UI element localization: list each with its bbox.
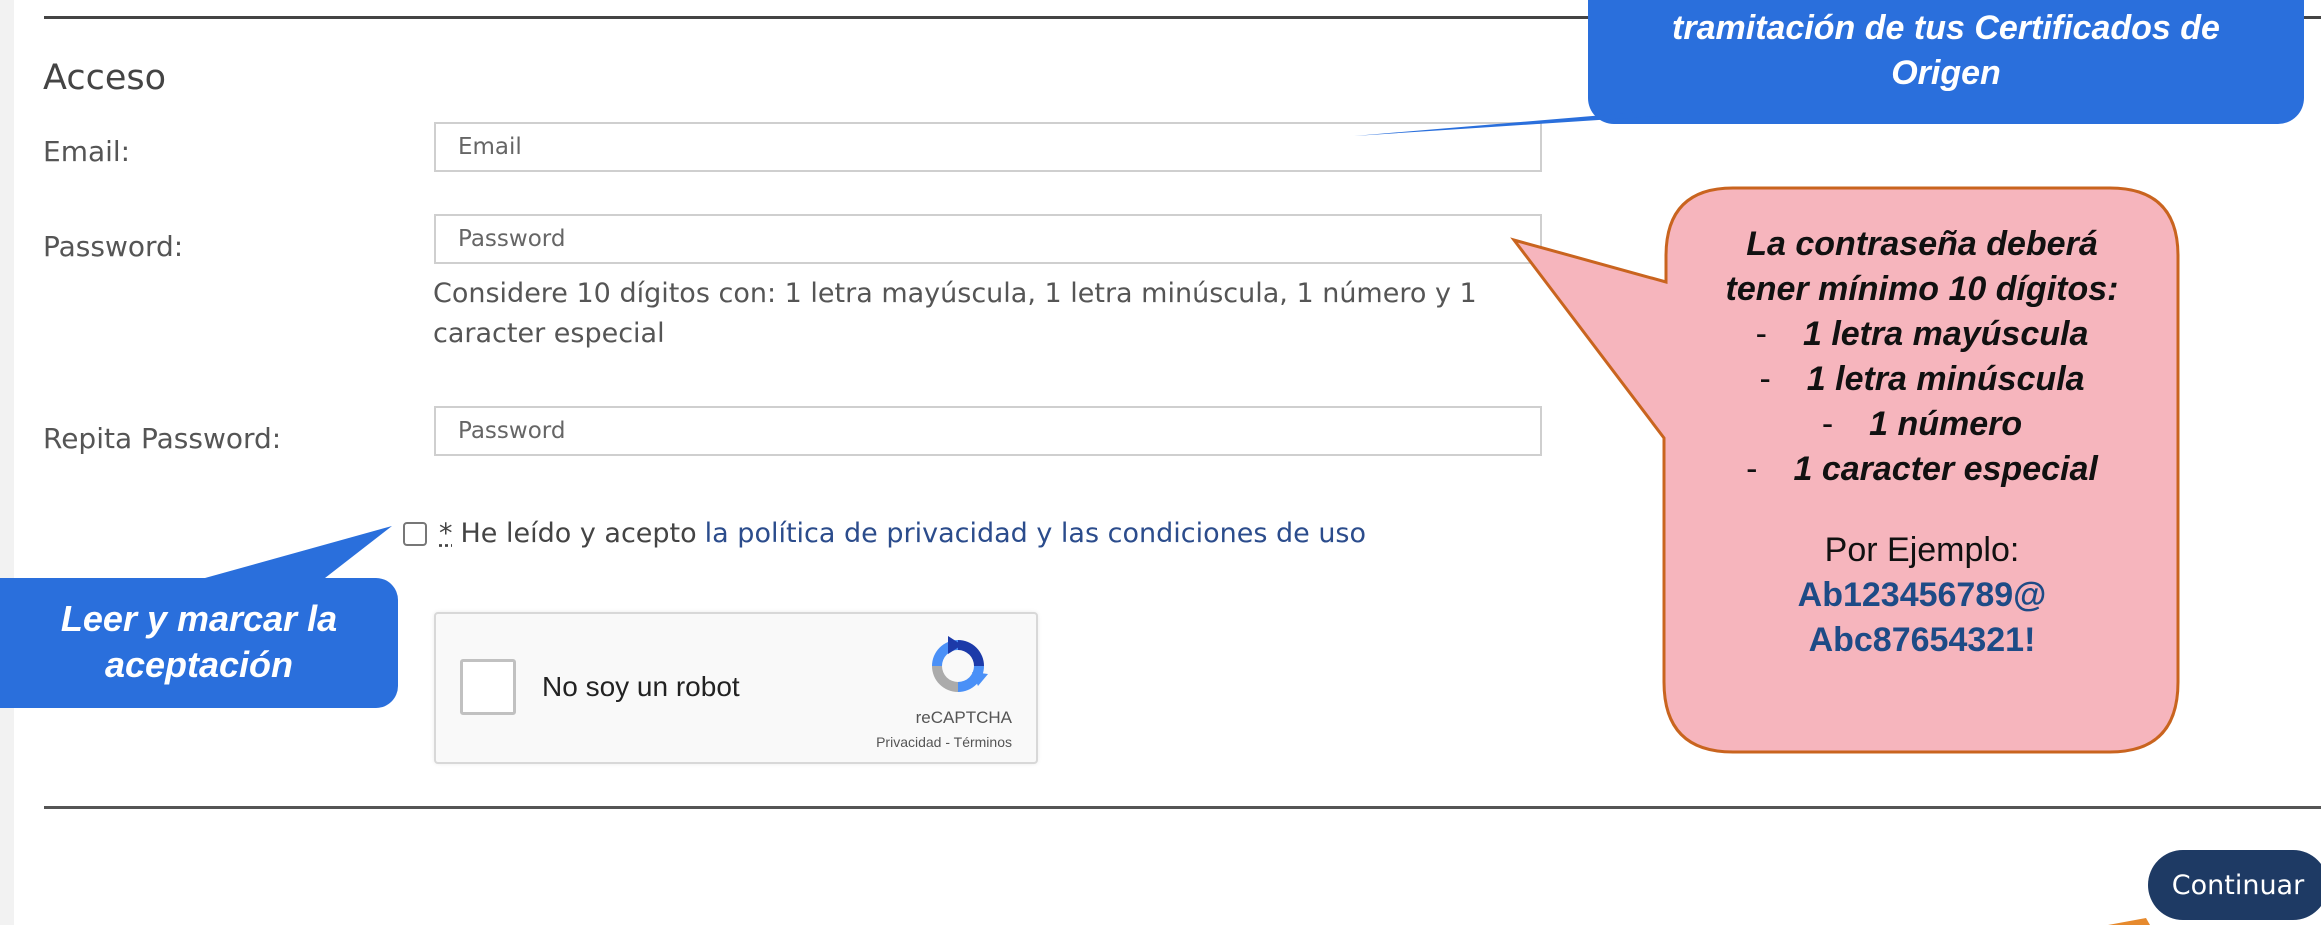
list-bullet: - (1755, 315, 1767, 353)
continue-pointer-arrow (2108, 918, 2150, 925)
top-callout-line2: Origen (1891, 54, 2001, 92)
list-bullet: - (1759, 360, 1771, 398)
pink-list-item-text: 1 número (1869, 405, 2023, 443)
pink-list-item: -1 caracter especial (1668, 447, 2176, 492)
left-callout-line1: Leer y marcar la (60, 598, 338, 639)
left-callout-text: Leer y marcar la aceptación (0, 578, 398, 708)
password-callout-text: La contraseña deberá tener mínimo 10 díg… (1668, 222, 2176, 663)
list-bullet: - (1821, 405, 1834, 443)
pink-example-code2: Abc87654321! (1808, 621, 2036, 659)
pink-list-item: -1 letra minúscula (1668, 357, 2176, 402)
pink-list-item-text: 1 letra minúscula (1806, 360, 2085, 398)
top-callout-text: tramitación de tus Certificados de Orige… (1588, 0, 2304, 124)
pink-example-label: Por Ejemplo: (1824, 531, 2020, 569)
pink-callout-line2: tener mínimo 10 dígitos: (1725, 270, 2119, 308)
top-callout-line1: tramitación de tus Certificados de (1672, 9, 2220, 47)
list-bullet: - (1746, 450, 1758, 488)
pink-example-code1: Ab123456789@ (1797, 576, 2047, 614)
pink-list-item: -1 letra mayúscula (1668, 312, 2176, 357)
pink-list-item: -1 número (1668, 402, 2176, 447)
left-callout-line2: aceptación (104, 644, 294, 685)
pink-callout-line1: La contraseña deberá (1746, 225, 2098, 263)
pink-list-item-text: 1 letra mayúscula (1802, 315, 2089, 353)
pink-list-item-text: 1 caracter especial (1793, 450, 2098, 488)
